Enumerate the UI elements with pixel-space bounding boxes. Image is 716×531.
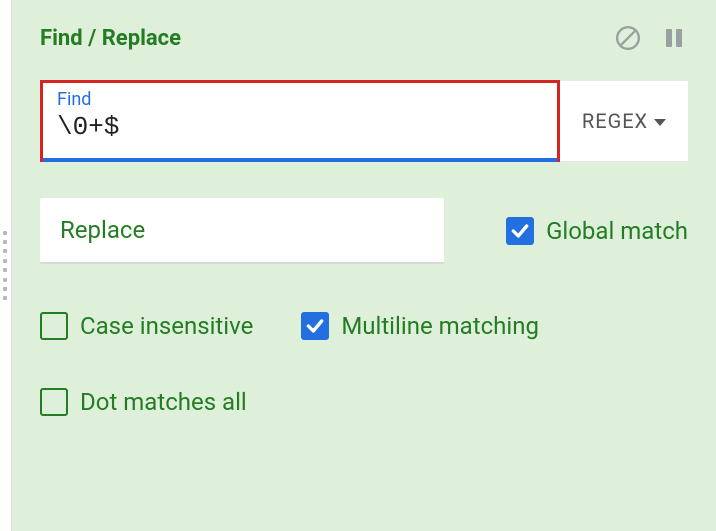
cancel-icon[interactable] [614, 24, 642, 52]
options-row-2: Dot matches all [40, 388, 688, 416]
find-replace-panel: Find / Replace Find REG [12, 0, 716, 531]
find-field[interactable]: Find [40, 80, 560, 162]
checkbox-icon [40, 312, 68, 340]
panel-title: Find / Replace [40, 26, 181, 51]
mode-label: REGEX [582, 109, 648, 133]
pause-icon[interactable] [660, 24, 688, 52]
checkbox-label: Global match [546, 217, 688, 245]
replace-field[interactable]: Replace [40, 198, 444, 264]
dot-matches-all-checkbox[interactable]: Dot matches all [40, 388, 247, 416]
header-actions [614, 24, 688, 52]
replace-placeholder: Replace [60, 216, 145, 244]
find-input[interactable] [57, 112, 543, 142]
checkbox-label: Case insensitive [80, 312, 253, 340]
checkbox-label: Multiline matching [341, 312, 539, 340]
multiline-matching-checkbox[interactable]: Multiline matching [301, 312, 539, 340]
chevron-down-icon [654, 119, 666, 126]
panel-header: Find / Replace [40, 24, 688, 52]
find-label: Find [57, 89, 543, 110]
find-row: Find REGEX [40, 80, 688, 162]
case-insensitive-checkbox[interactable]: Case insensitive [40, 312, 253, 340]
checkbox-label: Dot matches all [80, 388, 247, 416]
checkbox-icon [301, 312, 329, 340]
checkbox-icon [506, 217, 534, 245]
mode-dropdown[interactable]: REGEX [560, 80, 688, 162]
global-match-checkbox[interactable]: Global match [506, 217, 688, 245]
checkbox-icon [40, 388, 68, 416]
replace-row: Replace Global match [40, 198, 688, 264]
options-row-1: Case insensitive Multiline matching [40, 312, 688, 340]
panel-resize-grip[interactable] [0, 0, 12, 531]
